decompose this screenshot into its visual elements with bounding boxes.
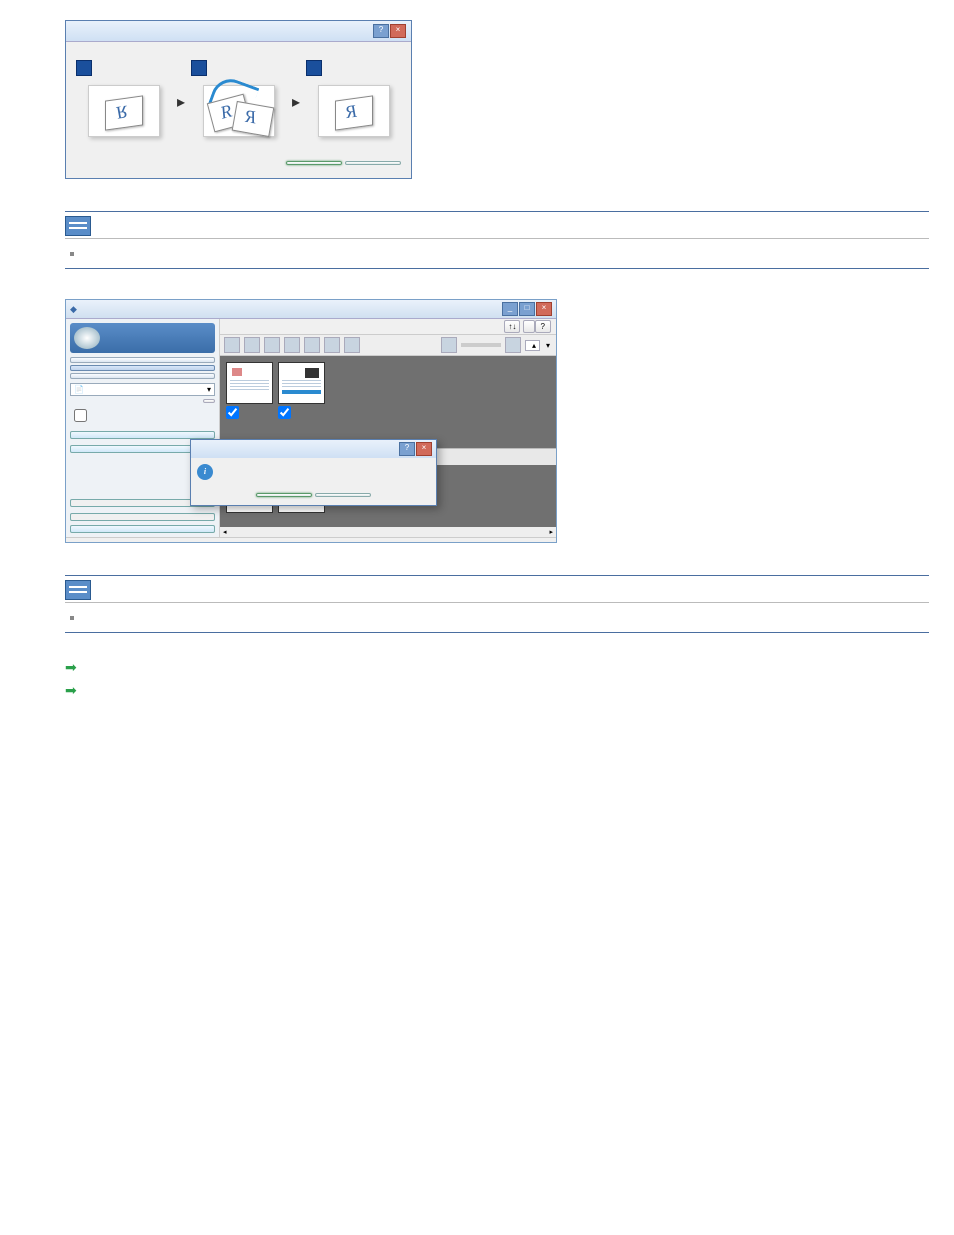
diagram-2: R R xyxy=(203,85,275,137)
tab-platen[interactable] xyxy=(70,357,215,363)
manual-duplex-dialog: ? × R ▸ R xyxy=(65,20,412,179)
arrow-icon: ▸ xyxy=(292,92,300,112)
tool-icon[interactable] xyxy=(284,337,300,353)
cancel-button[interactable] xyxy=(345,161,401,165)
status-bar xyxy=(66,537,556,542)
arrow-icon: ▸ xyxy=(177,92,185,112)
tool-icon[interactable] xyxy=(324,337,340,353)
zoom-slider[interactable] xyxy=(461,343,501,347)
toolbar: ▴ ▾ xyxy=(220,335,556,356)
thumbnail-1[interactable] xyxy=(226,362,271,419)
tool-icon[interactable] xyxy=(264,337,280,353)
step-badge-3 xyxy=(306,60,322,76)
app-titlebar: ◆ _ □ × xyxy=(66,300,556,319)
close-icon[interactable]: × xyxy=(416,442,432,456)
slider-icon[interactable] xyxy=(441,337,457,353)
sc-exit-button[interactable] xyxy=(315,493,371,497)
help-button[interactable]: ? xyxy=(535,320,551,333)
grid-icon[interactable] xyxy=(505,337,521,353)
step-badge-2 xyxy=(191,60,207,76)
tool-icon[interactable] xyxy=(224,337,240,353)
scan-complete-dialog: ? × i xyxy=(190,439,437,506)
arrow-right-icon: ➡ xyxy=(65,659,77,676)
mp-navigator-window: ◆ _ □ × 📄 ▾ xyxy=(65,299,557,543)
hscrollbar[interactable]: ◂ ▸ xyxy=(220,527,556,537)
minimize-icon[interactable]: _ xyxy=(502,302,518,316)
arrow-right-icon: ➡ xyxy=(65,682,77,699)
note-item xyxy=(85,609,929,626)
tab-memory-card[interactable] xyxy=(70,373,215,379)
scan-import-header xyxy=(70,323,215,353)
sc-scan-button[interactable] xyxy=(256,493,312,497)
doctype-combo[interactable]: 📄 ▾ xyxy=(70,383,215,396)
tab-adf[interactable] xyxy=(70,365,215,371)
save-pdf-button[interactable] xyxy=(70,513,215,521)
scan-button[interactable] xyxy=(70,431,215,439)
duplex-step-1: R xyxy=(76,60,171,143)
content-area: ↑↓ ? xyxy=(220,319,556,537)
sort-toggle[interactable]: ↑↓ xyxy=(504,320,520,333)
note-icon xyxy=(65,580,91,600)
thumbnail-area xyxy=(220,356,556,448)
scanner-icon xyxy=(74,327,100,349)
close-icon[interactable]: × xyxy=(390,24,406,38)
step-badge-1 xyxy=(76,60,92,76)
ok-button[interactable] xyxy=(286,161,342,165)
duplex-step-2: R R xyxy=(191,60,286,143)
sort-combo[interactable]: ▴ xyxy=(525,340,540,351)
tool-icon[interactable] xyxy=(304,337,320,353)
zoom-in-icon[interactable] xyxy=(344,337,360,353)
diagram-1: R xyxy=(88,85,160,137)
note-box-8 xyxy=(65,211,929,269)
close-icon[interactable]: × xyxy=(536,302,552,316)
jump-main-menu-button[interactable] xyxy=(70,525,215,533)
use-driver-checkbox[interactable] xyxy=(70,406,215,425)
note-icon xyxy=(65,216,91,236)
preferences-button[interactable] xyxy=(523,320,535,333)
help-icon[interactable]: ? xyxy=(399,442,415,456)
maximize-icon[interactable]: □ xyxy=(519,302,535,316)
specify-button[interactable] xyxy=(203,399,215,403)
note-item xyxy=(85,245,929,262)
thumbnail-2[interactable] xyxy=(278,362,323,419)
diagram-3: R xyxy=(318,85,390,137)
info-icon: i xyxy=(197,464,213,480)
dialog-titlebar: ? × xyxy=(66,21,411,42)
duplex-step-3: R xyxy=(306,60,401,143)
help-icon[interactable]: ? xyxy=(373,24,389,38)
note-box-10 xyxy=(65,575,929,633)
tool-icon[interactable] xyxy=(244,337,260,353)
